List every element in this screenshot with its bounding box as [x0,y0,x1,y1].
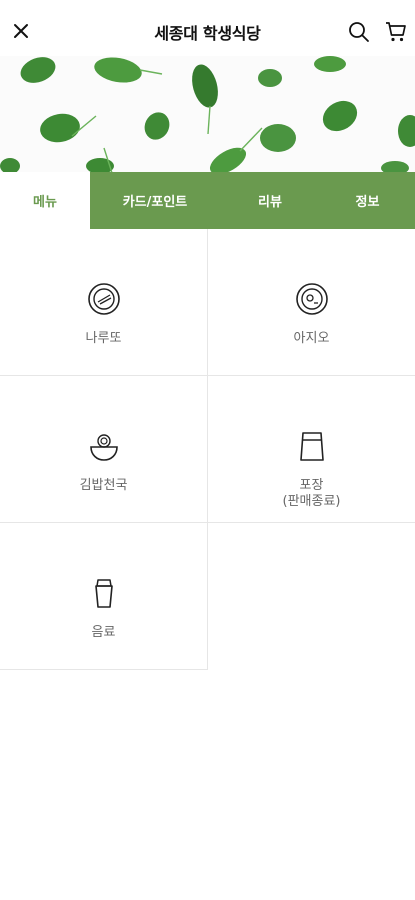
plate-egg-icon [294,281,330,317]
tab-review[interactable]: 리뷰 [220,172,320,229]
category-label: 나루또 [85,331,122,346]
plate-food-icon [86,281,122,317]
category-label: 아지오 [293,331,330,346]
noodle-bowl-icon [86,428,122,464]
app-header: 세종대 학생식당 [0,0,415,64]
spinach-leaves-photo [0,56,415,173]
banner-image [0,56,415,173]
tab-card-point[interactable]: 카드/포인트 [90,172,220,229]
tab-bar: 메뉴 카드/포인트 리뷰 정보 [0,172,415,229]
tab-menu[interactable]: 메뉴 [0,172,90,229]
tab-info[interactable]: 정보 [320,172,415,229]
category-drinks[interactable]: 음료 [0,523,208,670]
cart-icon[interactable] [383,19,409,45]
category-label: 음료 [91,625,116,640]
category-narutto[interactable]: 나루또 [0,229,208,376]
category-label: 포장 (판매종료) [282,478,341,509]
takeout-bag-icon [294,428,330,464]
category-takeout[interactable]: 포장 (판매종료) [208,376,415,523]
drink-cup-icon [86,575,122,611]
category-agio[interactable]: 아지오 [208,229,415,376]
category-kimbap-heaven[interactable]: 김밥천국 [0,376,208,523]
category-label: 김밥천국 [79,478,128,493]
search-icon[interactable] [346,19,372,45]
